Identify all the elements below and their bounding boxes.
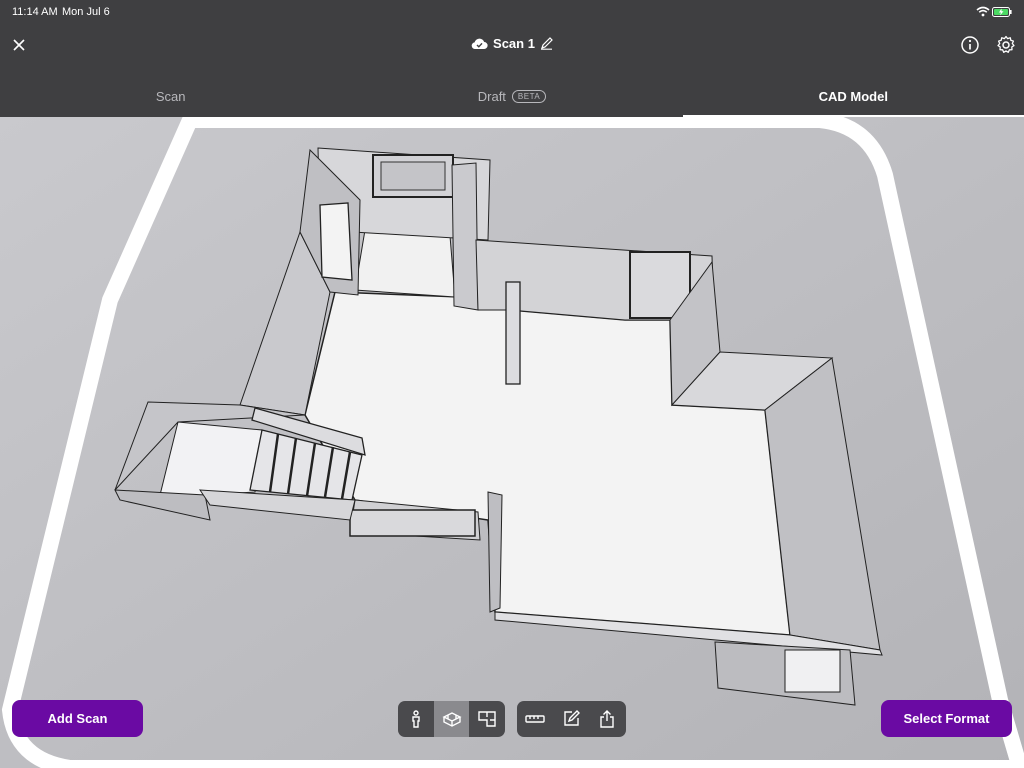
3d-model-button[interactable] <box>433 701 470 737</box>
edit-icon <box>564 710 580 726</box>
share-icon <box>600 710 614 728</box>
tab-label: Scan <box>155 89 186 104</box>
tab-scan[interactable]: Scan <box>0 76 341 117</box>
divider-column <box>451 162 479 311</box>
beta-badge: BETA <box>511 90 547 103</box>
cabinet <box>319 202 353 281</box>
app-header: 11:14 AM Mon Jul 6 Scan 1 Scan Draft BET… <box>0 0 1024 117</box>
floor-plan-button[interactable] <box>469 701 505 737</box>
status-time: 11:14 AM <box>12 6 58 18</box>
person-view-button[interactable] <box>398 701 434 737</box>
edit-button[interactable] <box>553 701 589 737</box>
stair-landing-floor <box>159 421 263 496</box>
edit-title-icon <box>540 37 553 50</box>
tab-draft[interactable]: Draft BETA <box>341 76 682 117</box>
measure-icon <box>525 715 545 723</box>
share-button[interactable] <box>589 701 625 737</box>
3d-model-icon <box>441 712 462 727</box>
view-mode-toolbar <box>398 701 505 737</box>
post <box>505 281 521 385</box>
entry-step-floor <box>784 649 841 693</box>
nook-floor <box>354 229 456 298</box>
cad-model-viewport[interactable] <box>0 117 1024 768</box>
gear-icon[interactable] <box>996 35 1016 55</box>
tab-label: Draft <box>477 89 506 104</box>
scan-title: Scan 1 <box>493 36 535 51</box>
select-format-button[interactable]: Select Format <box>881 700 1012 737</box>
action-toolbar <box>517 701 626 737</box>
cloud-check-icon <box>471 38 488 50</box>
page-title[interactable]: Scan 1 <box>0 36 1024 51</box>
tab-cad-model[interactable]: CAD Model <box>682 76 1024 117</box>
add-scan-button[interactable]: Add Scan <box>12 700 143 737</box>
status-bar: 11:14 AM Mon Jul 6 <box>0 0 1024 24</box>
tab-bar: Scan Draft BETA CAD Model <box>0 76 1024 117</box>
window-pane <box>380 161 446 191</box>
info-icon[interactable] <box>960 35 980 55</box>
center-bottom-wall <box>487 491 503 613</box>
floor-plan-icon <box>478 711 496 727</box>
lower-window <box>349 509 476 537</box>
battery-icon <box>992 7 1012 17</box>
person-view-icon <box>412 710 420 728</box>
status-date: Mon Jul 6 <box>62 6 110 18</box>
wifi-icon <box>976 6 990 17</box>
tab-label: CAD Model <box>818 89 888 104</box>
measure-button[interactable] <box>517 701 553 737</box>
